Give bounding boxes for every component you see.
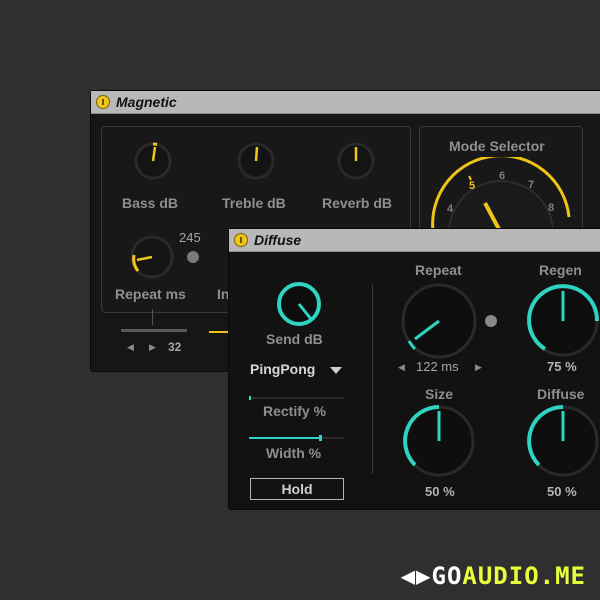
rectify-slider[interactable]: [249, 396, 344, 400]
treble-knob[interactable]: [236, 141, 276, 181]
bass-knob[interactable]: [133, 141, 173, 181]
width-label: Width %: [266, 445, 322, 461]
mode-dropdown[interactable]: PingPong: [250, 361, 350, 381]
mode-number-8: 8: [548, 202, 554, 214]
repeat-label: Repeat: [415, 262, 462, 278]
slider-tick: [152, 309, 153, 325]
mode-number-5: 5: [469, 180, 475, 192]
chevron-down-icon: [330, 367, 342, 374]
repeat-ms-label: Repeat ms: [115, 286, 186, 302]
diffuse-knob[interactable]: [525, 403, 600, 479]
section-divider: [372, 284, 373, 474]
watermark-text-right: AUDIO.ME: [462, 562, 586, 590]
diffuse-titlebar[interactable]: Diffuse: [229, 229, 600, 252]
diffuse-label: Diffuse: [537, 386, 585, 402]
magnetic-titlebar[interactable]: Magnetic: [91, 91, 600, 114]
magnetic-title: Magnetic: [116, 94, 177, 110]
repeat-ms-value: 245: [179, 230, 201, 245]
regen-label: Regen: [539, 262, 582, 278]
magnetic-power-button[interactable]: [96, 95, 110, 109]
diffuse-value: 50 %: [547, 484, 577, 499]
size-value: 50 %: [425, 484, 455, 499]
repeat-knob[interactable]: [399, 281, 479, 361]
size-label: Size: [425, 386, 454, 402]
repeat-left-arrow[interactable]: ◀: [398, 362, 405, 373]
reverb-knob[interactable]: [336, 141, 376, 181]
watermark-icon: ◀▶: [400, 562, 432, 590]
mode-selector-dial[interactable]: 4 5 6 7 8: [421, 157, 581, 237]
send-knob[interactable]: [274, 279, 324, 329]
regen-knob[interactable]: [525, 283, 600, 359]
mode-number-6: 6: [499, 170, 505, 182]
bass-label: Bass dB: [122, 195, 179, 211]
repeat-ms-knob[interactable]: [128, 233, 176, 281]
repeat-sync-toggle[interactable]: [187, 251, 199, 263]
stepper-left-arrow[interactable]: ◀: [127, 342, 134, 353]
mode-number-4: 4: [447, 203, 454, 215]
treble-label: Treble dB: [222, 195, 286, 211]
mode-dropdown-value: PingPong: [250, 361, 316, 377]
repeat-value: 122 ms: [416, 359, 459, 374]
hold-button-label: Hold: [281, 481, 313, 497]
repeat-sync-dot[interactable]: [485, 315, 497, 327]
stepper-value: 32: [168, 340, 182, 354]
hold-button[interactable]: Hold: [250, 478, 344, 500]
goaudio-watermark-logo: ◀▶GOAUDIO.ME: [401, 562, 586, 590]
mode-selector-title: Mode Selector: [449, 138, 545, 154]
repeat-right-arrow[interactable]: ▶: [475, 362, 482, 373]
rectify-label: Rectify %: [263, 403, 327, 419]
diffuse-title: Diffuse: [254, 232, 302, 248]
diffuse-device: Diffuse Send dB PingPong Rectify % Width…: [228, 228, 600, 510]
reverb-label: Reverb dB: [322, 195, 393, 211]
mode-number-7: 7: [528, 179, 534, 191]
size-knob[interactable]: [401, 403, 477, 479]
regen-value: 75 %: [547, 359, 577, 374]
watermark-text-left: GO: [431, 562, 463, 590]
stepper-right-arrow[interactable]: ▶: [149, 342, 156, 353]
diffuse-power-button[interactable]: [234, 233, 248, 247]
send-label: Send dB: [266, 331, 323, 347]
width-slider[interactable]: [249, 435, 344, 441]
magnetic-bottom-slider[interactable]: [121, 329, 187, 332]
